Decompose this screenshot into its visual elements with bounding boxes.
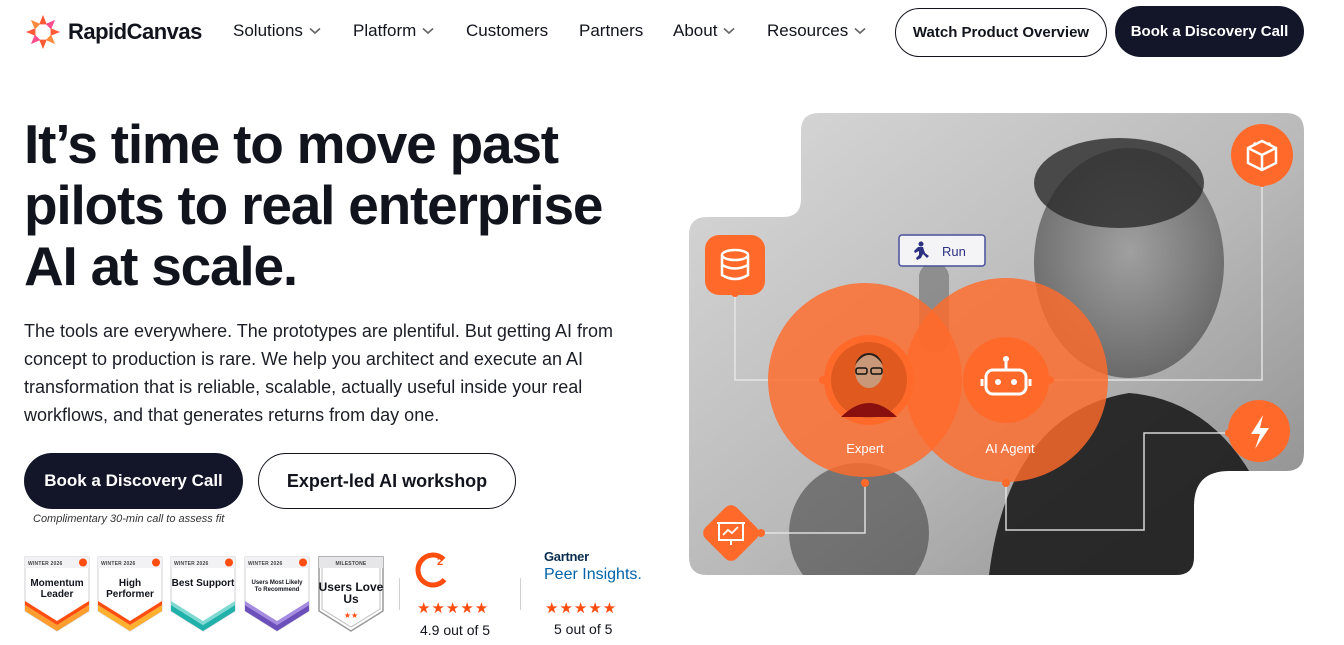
top-navigation: RapidCanvas Solutions Platform Customers… [0,0,1344,64]
g2-star-rating: ★★★★★ [417,600,490,617]
nav-item-label: About [673,21,718,40]
nav-item-label: Customers [466,21,549,40]
badge-season: WINTER 2026 [248,561,283,567]
nav-book-discovery-call-button[interactable]: Book a Discovery Call [1115,6,1304,57]
gartner-brand: Gartner [544,549,589,564]
rapidcanvas-logo-icon [25,14,61,50]
chevron-down-icon [723,27,735,35]
svg-text:★★: ★★ [344,611,358,620]
expert-led-ai-workshop-button[interactable]: Expert-led AI workshop [258,453,516,509]
badge-season: MILESTONE [335,561,367,567]
chevron-down-icon [422,27,434,35]
g2-score: 4.9 out of 5 [420,622,491,638]
nav-item-resources[interactable]: Resources [767,21,866,41]
nav-item-label: Solutions [233,21,303,40]
hero-headline: It’s time to move past pilots to real en… [24,113,603,297]
badge-season: WINTER 2026 [28,561,63,567]
divider [399,578,400,610]
chevron-down-icon [854,27,866,35]
agent-label: AI Agent [985,441,1035,456]
run-button: Run [898,234,986,267]
g2-badge-users-love-us: ★★ MILESTONE Users Love Us [318,556,384,632]
nav-item-partners[interactable]: Partners [579,21,643,41]
badge-season: WINTER 2026 [174,561,209,567]
gartner-score: 5 out of 5 [554,621,613,637]
watch-product-overview-button[interactable]: Watch Product Overview [895,8,1107,57]
peer-insights-label: Peer Insights. [544,566,642,583]
divider [520,578,521,610]
badge-season: WINTER 2026 [101,561,136,567]
cube-icon [1231,124,1293,186]
g2-badge-likely-to-recommend: WINTER 2026 Users Most Likely To Recomme… [244,556,310,632]
g2-logo-icon: 2 [415,552,451,588]
badge-title: Users Love Us [318,580,384,606]
book-discovery-call-button[interactable]: Book a Discovery Call [24,453,243,509]
nav-item-label: Partners [579,21,644,40]
chevron-down-icon [309,27,321,35]
svg-text:2: 2 [437,556,443,568]
hero-visual: Expert AI Agent Run [689,113,1304,575]
hero-subtext: The tools are everywhere. The prototypes… [24,321,613,425]
nav-item-label: Platform [353,21,417,40]
badge-title: Momentum Leader [30,578,84,600]
g2-badge-high-performer: WINTER 2026 High Performer [97,556,163,632]
expert-label: Expert [846,441,884,456]
badge-title: Users Most Likely To Recommend [251,580,303,593]
g2-badge-momentum-leader: WINTER 2026 Momentum Leader [24,556,90,632]
brand-logo[interactable]: RapidCanvas [24,13,202,51]
badge-shield-icon [170,556,236,632]
nav-item-platform[interactable]: Platform [353,21,434,41]
run-label: Run [942,244,966,259]
database-icon [705,235,765,295]
nav-item-solutions[interactable]: Solutions [233,21,321,41]
nav-item-about[interactable]: About [673,21,735,41]
nav-item-customers[interactable]: Customers [466,21,548,41]
expert-avatar [824,335,914,425]
nav-item-label: Resources [767,21,849,40]
robot-icon [963,337,1049,423]
badge-shield-icon [244,556,310,632]
badge-title: Best Support [171,578,235,589]
brand-name: RapidCanvas [68,19,202,44]
badge-title: High Performer [106,578,154,600]
lightning-icon [1228,400,1290,462]
g2-badge-best-support: WINTER 2026 Best Support [170,556,236,632]
gartner-star-rating: ★★★★★ [545,600,618,617]
discovery-call-caption: Complimentary 30-min call to assess fit [33,513,225,525]
